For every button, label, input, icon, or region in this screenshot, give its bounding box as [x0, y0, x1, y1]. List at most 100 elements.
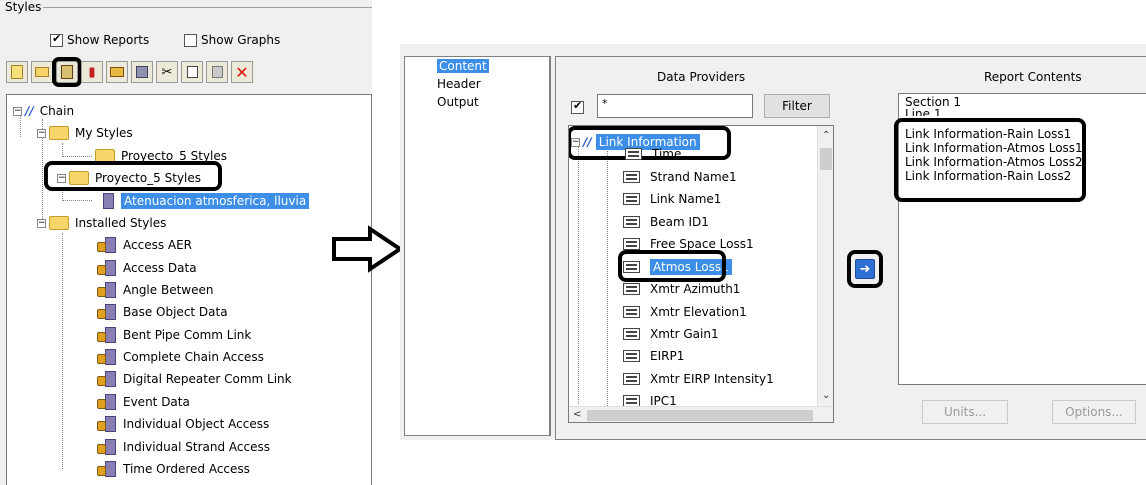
tree-node-label: Complete Chain Access — [123, 350, 264, 364]
cut-icon[interactable]: ✂ — [156, 61, 178, 83]
tree-node-selected-report[interactable]: Atenuacion atmosferica, lluvia — [95, 191, 310, 211]
nav-label: Content — [437, 59, 489, 73]
data-field-icon — [623, 306, 640, 318]
tree-node-installed[interactable]: Complete Chain Access — [97, 347, 264, 367]
styles-toolbar: ▮ ✂ ✕ — [6, 57, 253, 87]
chain-icon: ∕∕ — [25, 104, 34, 118]
paste-icon[interactable] — [206, 61, 228, 83]
tree-node-installed[interactable]: Digital Repeater Comm Link — [97, 369, 292, 389]
scroll-down-icon[interactable]: ⌄ — [822, 390, 830, 401]
show-graphs-checkbox[interactable]: Show Graphs — [184, 33, 280, 47]
locked-report-icon — [97, 460, 117, 478]
copy-icon[interactable] — [181, 61, 203, 83]
copy-style-icon[interactable] — [131, 61, 153, 83]
dp-item-label: Time — [652, 147, 682, 161]
locked-report-icon — [97, 326, 117, 344]
dp-item[interactable]: Xmtr EIRP Intensity1 — [623, 369, 774, 389]
tree-node-installed[interactable]: Access Data — [97, 258, 197, 278]
data-field-icon — [623, 193, 640, 205]
tree-node-installed[interactable]: Angle Between — [97, 280, 213, 300]
dp-item[interactable]: Xmtr Azimuth1 — [623, 279, 740, 299]
delete-icon[interactable]: ✕ — [231, 61, 253, 83]
horizontal-scrollbar[interactable]: < — [569, 406, 833, 422]
scroll-thumb[interactable] — [587, 410, 813, 421]
dp-item[interactable]: Strand Name1 — [623, 167, 737, 187]
nav-label: Output — [437, 95, 479, 109]
scroll-thumb[interactable] — [820, 148, 832, 170]
report-item[interactable]: Line 1 — [905, 108, 941, 116]
dp-item[interactable]: EIRP1 — [623, 346, 684, 366]
dp-item[interactable]: Link Name1 — [623, 189, 721, 209]
options-button[interactable]: Options... — [1052, 400, 1136, 424]
nav-item-content[interactable]: Content — [405, 57, 549, 75]
data-field-icon — [625, 148, 642, 160]
styles-tree: − ∕∕ Chain − My Styles Proyecto_5 Styles… — [6, 94, 372, 485]
vertical-scrollbar[interactable]: ⌃ ⌄ — [817, 126, 833, 406]
new-report-icon[interactable] — [6, 61, 28, 83]
tree-node-installed[interactable]: Bent Pipe Comm Link — [97, 325, 251, 345]
properties-icon[interactable] — [52, 57, 82, 87]
dp-item[interactable]: Time — [625, 144, 681, 164]
tree-node-installed-styles[interactable]: − Installed Styles — [37, 213, 166, 233]
data-field-icon — [623, 216, 640, 228]
tree-node-chain[interactable]: − ∕∕ Chain — [13, 101, 74, 121]
tree-node-label: Time Ordered Access — [123, 462, 250, 476]
tree-node-installed[interactable]: Access AER — [97, 235, 192, 255]
tree-node-label: Access AER — [123, 238, 193, 252]
data-field-icon — [623, 328, 640, 340]
styles-group-label: Styles — [3, 0, 44, 14]
new-style-icon[interactable] — [31, 61, 53, 83]
open-icon[interactable] — [106, 61, 128, 83]
tree-node-installed[interactable]: Base Object Data — [97, 302, 228, 322]
tree-node-label: My Styles — [75, 126, 133, 140]
collapse-icon[interactable]: − — [13, 106, 22, 116]
dp-item[interactable]: Beam ID1 — [623, 212, 709, 232]
dp-item-label: Xmtr Elevation1 — [650, 305, 747, 319]
dp-item[interactable]: Xmtr Elevation1 — [623, 302, 747, 322]
show-graphs-check[interactable] — [184, 33, 197, 47]
nav-label: Header — [437, 77, 481, 91]
highlight-callout — [618, 250, 726, 282]
data-field-icon — [623, 373, 640, 385]
dp-item-label: Xmtr Azimuth1 — [650, 282, 741, 296]
right-arrow-icon — [332, 225, 404, 273]
tree-node-installed[interactable]: Event Data — [97, 392, 190, 412]
locked-report-icon — [97, 370, 117, 388]
tree-node-label: Access Data — [123, 261, 197, 275]
data-providers-title: Data Providers — [657, 70, 746, 84]
tree-node-label: Individual Object Access — [123, 417, 270, 431]
scroll-left-icon[interactable]: < — [573, 409, 581, 420]
dp-item[interactable]: Xmtr Gain1 — [623, 324, 719, 344]
collapse-icon[interactable]: − — [37, 128, 46, 138]
tree-node-installed[interactable]: Individual Strand Access — [97, 437, 270, 457]
units-button[interactable]: Units... — [922, 400, 1008, 424]
add-to-report-button[interactable]: ➜ — [855, 259, 875, 279]
locked-report-icon — [97, 393, 117, 411]
show-reports-check[interactable] — [50, 32, 63, 47]
collapse-icon[interactable]: − — [37, 218, 46, 228]
dp-item-label: Strand Name1 — [650, 170, 737, 184]
tree-node-label: Atenuacion atmosferica, lluvia — [121, 193, 310, 209]
graph-icon[interactable]: ▮ — [81, 61, 103, 83]
tree-node-label: Event Data — [123, 395, 190, 409]
nav-item-header[interactable]: Header — [405, 75, 549, 93]
data-field-icon — [623, 350, 640, 362]
data-field-icon — [623, 283, 640, 295]
tree-node-label: Bent Pipe Comm Link — [123, 328, 252, 342]
tree-node-label: Installed Styles — [75, 216, 167, 230]
nav-item-output[interactable]: Output — [405, 93, 549, 111]
filter-button[interactable]: Filter — [764, 94, 830, 118]
filter-enable-checkbox[interactable] — [571, 99, 584, 114]
tree-node-my-styles[interactable]: − My Styles — [37, 123, 133, 143]
tree-node-label: Digital Repeater Comm Link — [123, 372, 292, 386]
dp-item-label: Xmtr EIRP Intensity1 — [650, 372, 774, 386]
filter-input[interactable]: * — [597, 94, 753, 118]
data-providers-tree: − ∕∕ Link Information Time Strand Name1 … — [568, 125, 834, 423]
tree-node-installed[interactable]: Time Ordered Access — [97, 459, 250, 479]
show-reports-checkbox[interactable]: Show Reports — [50, 32, 149, 47]
data-field-icon — [623, 171, 640, 183]
highlight-callout — [894, 118, 1086, 202]
tree-node-installed[interactable]: Individual Object Access — [97, 414, 269, 434]
dp-item-label: Beam ID1 — [650, 215, 709, 229]
scroll-up-icon[interactable]: ⌃ — [822, 130, 830, 141]
